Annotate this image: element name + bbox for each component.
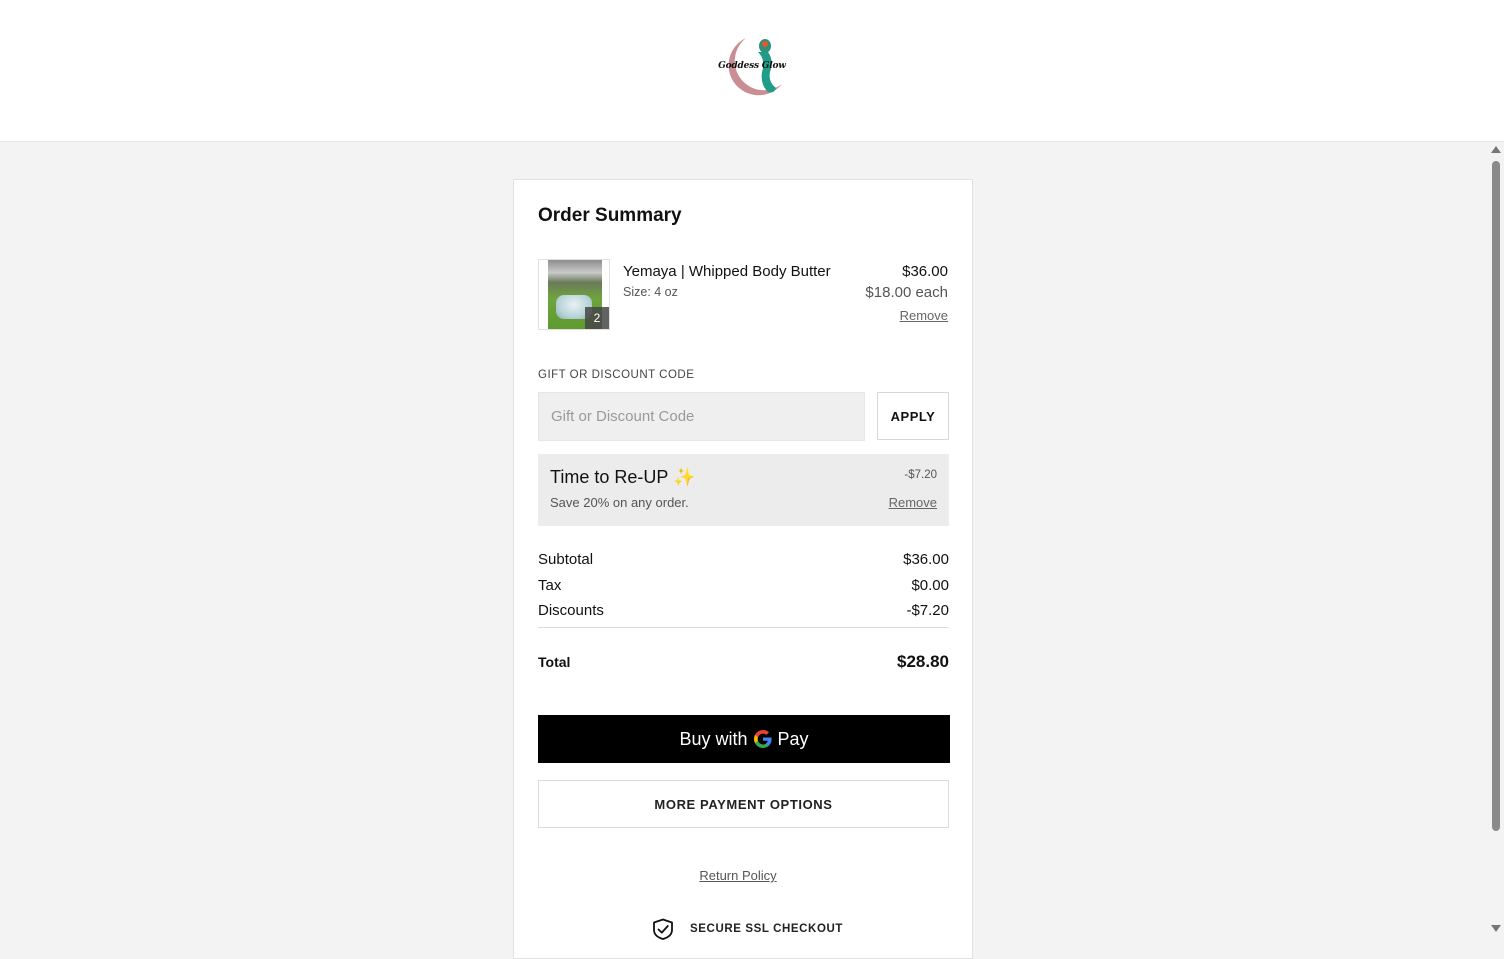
scroll-up-arrow-icon[interactable] [1491,146,1501,153]
promo-description: Save 20% on any order. [550,495,689,510]
total-label: Total [538,654,571,670]
more-payment-options-button[interactable]: MORE PAYMENT OPTIONS [538,780,949,828]
total-value: $28.80 [897,652,949,671]
totals-divider [538,627,949,628]
secure-checkout-badge: SECURE SSL CHECKOUT [652,918,843,940]
subtotal-value: $36.00 [903,551,949,568]
remove-promo-link[interactable]: Remove [889,495,937,510]
apply-code-button[interactable]: APPLY [877,392,949,440]
discount-code-label: GIFT OR DISCOUNT CODE [538,369,695,381]
discounts-value: -$7.20 [906,602,949,619]
order-summary-card: Order Summary 2 Yemaya | Whipped Body Bu… [513,179,973,959]
promo-name: Time to Re-UP ✨ [550,467,696,487]
logo-text: Goddess Glow [718,61,786,71]
site-header: Goddess Glow [0,0,1504,142]
shield-check-icon [653,918,673,940]
tax-row: Tax $0.00 [538,577,949,594]
subtotal-row: Subtotal $36.00 [538,551,949,568]
gpay-suffix: Pay [777,728,809,749]
tax-label: Tax [538,577,562,594]
google-g-icon [753,730,772,748]
order-summary-title: Order Summary [538,205,682,226]
scroll-down-arrow-icon[interactable] [1491,925,1501,932]
scroll-thumb[interactable] [1492,161,1500,831]
discounts-row: Discounts -$7.20 [538,602,949,619]
applied-promo: Time to Re-UP ✨ Save 20% on any order. -… [538,454,949,526]
promo-amount: -$7.20 [904,469,937,481]
gpay-prefix: Buy with [679,728,748,749]
product-name: Yemaya | Whipped Body Butter [623,263,831,280]
remove-item-link[interactable]: Remove [900,308,948,323]
product-variant: Size: 4 oz [623,285,678,299]
page-scrollbar[interactable] [1488,142,1504,938]
discount-code-input[interactable] [538,392,865,441]
buy-with-google-pay-button[interactable]: Buy with Pay [538,715,950,763]
secure-checkout-label: SECURE SSL CHECKOUT [690,923,844,935]
discounts-label: Discounts [538,602,604,619]
subtotal-label: Subtotal [538,551,594,568]
product-thumbnail: 2 [538,259,610,330]
product-unit-price: $18.00 each [865,284,948,301]
quantity-badge: 2 [585,307,609,329]
tax-value: $0.00 [911,577,949,594]
store-logo[interactable]: Goddess Glow [716,32,788,104]
product-line-price: $36.00 [902,263,948,280]
return-policy-link[interactable]: Return Policy [514,868,962,883]
